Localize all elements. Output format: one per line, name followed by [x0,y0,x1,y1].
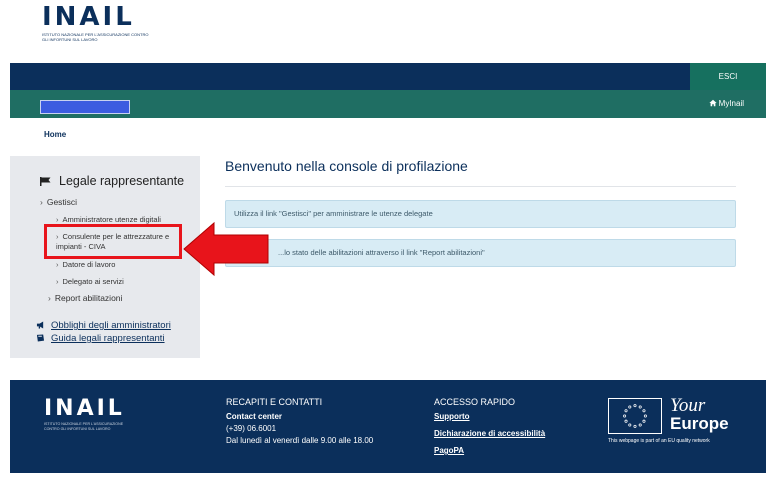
logout-button[interactable]: ESCI [690,63,766,90]
sidebar-subitem-delegato-servizi[interactable]: › Delegato ai servizi [56,277,124,286]
sidebar-item-gestisci[interactable]: › Gestisci [40,197,77,207]
highlight-box [44,224,182,259]
footer-contacts: RECAPITI E CONTATTI Contact center (+39)… [226,396,373,447]
top-navbar: ESCI [10,63,766,90]
your-europe-line2: Europe [670,414,729,433]
inail-logo[interactable]: INAIL ISTITUTO NAZIONALE PER L'ASSICURAZ… [42,4,152,42]
chevron-right-icon: › [56,215,59,224]
sidebar-subitem-label: Datore di lavoro [62,260,116,269]
user-name-field [40,100,130,114]
sidebar-link-label: Guida legali rappresentanti [51,333,165,344]
footer-quick-title: ACCESSO RAPIDO [434,397,516,407]
megaphone-icon [36,321,44,329]
footer-link-accessibilita[interactable]: Dichiarazione di accessibilità [434,428,545,440]
divider [225,186,736,187]
sidebar-subitem-amministratore[interactable]: › Amministratore utenze digitali [56,215,161,224]
sidebar-item-label: Gestisci [46,197,78,207]
footer-link-pagopa[interactable]: PagoPA [434,445,545,457]
sidebar-link-label: Obblighi degli amministratori [51,320,171,331]
chevron-right-icon: › [48,293,51,303]
chevron-right-icon: › [56,277,59,286]
sidebar-item-report[interactable]: › Report abilitazioni [48,293,122,303]
footer-quick-access: ACCESSO RAPIDO Supporto Dichiarazione di… [434,396,545,462]
breadcrumb-home[interactable]: Home [44,130,66,139]
arrow-left-icon [183,221,269,277]
sidebar-title-text: Legale rappresentante [59,174,185,188]
sidebar-title: Legale rappresentante [40,174,184,188]
footer-phone: (+39) 06.6001 [226,424,277,433]
sidebar-item-label: Report abilitazioni [54,293,123,303]
eu-flag-icon [608,398,662,434]
logo-wordmark: INAIL [42,2,135,32]
sidebar-link-obblighi[interactable]: Obblighi degli amministratori [36,320,171,331]
home-icon [709,99,717,107]
user-bar: MyInail [10,90,766,118]
sidebar-link-guida[interactable]: Guida legali rappresentanti [36,333,165,344]
footer-logo: INAIL ISTITUTO NAZIONALE PER L'ASSICURAZ… [44,398,136,432]
info-alert-report: ...lo stato delle abilitazioni attravers… [225,239,736,267]
chevron-right-icon: › [56,260,59,269]
info-alert-gestisci: Utilizza il link "Gestisci" per amminist… [225,200,736,228]
footer: INAIL ISTITUTO NAZIONALE PER L'ASSICURAZ… [10,380,766,473]
your-europe-caption: This webpage is part of an EU quality ne… [608,438,710,444]
footer-link-supporto[interactable]: Supporto [434,411,545,423]
footer-hours: Dal lunedì al venerdì dalle 9.00 alle 18… [226,436,374,445]
sidebar-subitem-label: Delegato ai servizi [62,277,124,286]
sidebar-subitem-label: Amministratore utenze digitali [62,215,161,224]
logo-subtitle: ISTITUTO NAZIONALE PER L'ASSICURAZIONE C… [42,32,149,42]
footer-contacts-title: RECAPITI E CONTATTI [226,397,323,407]
footer-contact-center: Contact center [226,412,283,421]
flag-icon [40,177,51,186]
footer-logo-wordmark: INAIL [44,396,125,421]
myinail-link[interactable]: MyInail [709,99,744,108]
footer-logo-subtitle: ISTITUTO NAZIONALE PER L'ASSICURAZIONE C… [44,422,124,431]
chevron-right-icon: › [40,197,43,207]
sidebar-subitem-datore-lavoro[interactable]: › Datore di lavoro [56,260,115,269]
page-title: Benvenuto nella console di profilazione [225,158,468,174]
myinail-label: MyInail [718,99,744,108]
your-europe-text: Your Europe [670,395,729,433]
your-europe-logo[interactable]: Your Europe This webpage is part of an E… [608,396,729,444]
your-europe-line1: Your [670,395,706,416]
book-icon [36,334,45,342]
